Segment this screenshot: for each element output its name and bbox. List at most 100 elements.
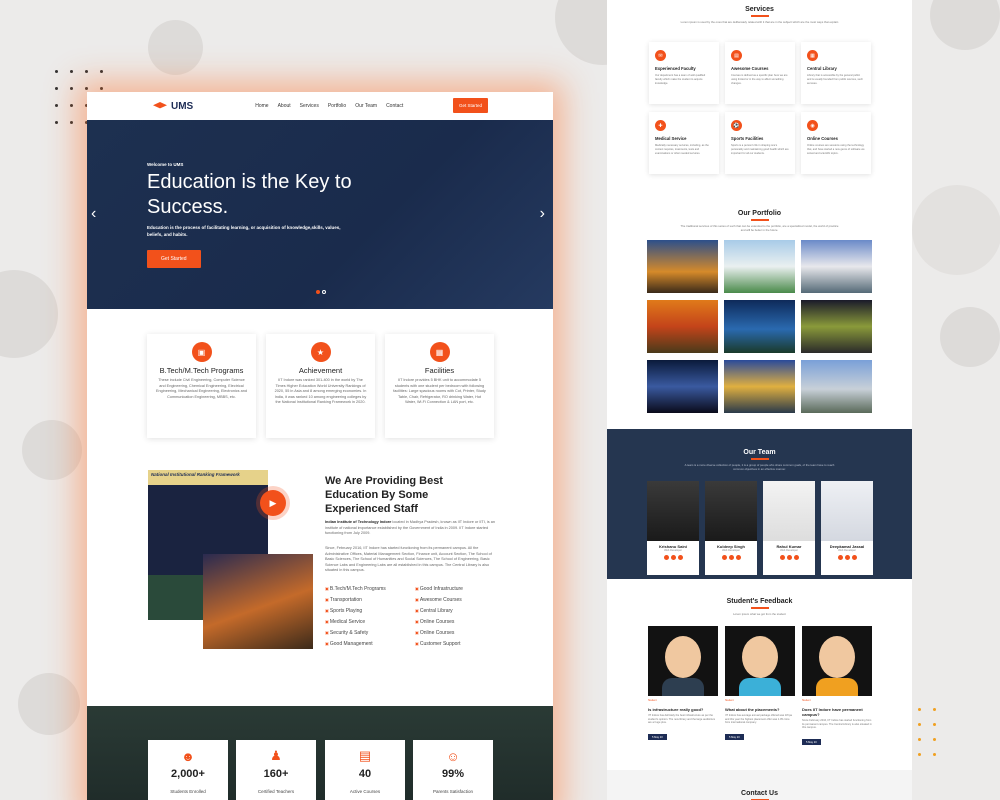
chevron-left-icon[interactable]: ‹	[91, 205, 96, 223]
avatar	[821, 481, 873, 541]
portfolio-image[interactable]	[647, 240, 718, 293]
social-links	[705, 555, 757, 560]
slider-dot-active[interactable]	[316, 290, 320, 294]
graduation-cap-icon	[153, 102, 167, 109]
stat-value: 99%	[441, 768, 465, 780]
nav-get-started-button[interactable]: Get Started	[452, 98, 488, 113]
team-member-card: Kuldeep Singh Web Developer	[705, 481, 757, 575]
bg-circle	[18, 673, 80, 735]
service-text: Courses is defined as a specific plan he…	[731, 74, 788, 85]
instagram-icon[interactable]	[735, 555, 741, 560]
nav-item-portfolio[interactable]: Portfolio	[328, 103, 346, 109]
portfolio-image[interactable]	[647, 360, 718, 413]
nav-item-services[interactable]: Services	[300, 103, 319, 109]
facebook-icon[interactable]	[779, 555, 785, 560]
portfolio-image[interactable]	[801, 240, 872, 293]
feedback-date: 5 May 20	[802, 739, 821, 746]
nav-item-about[interactable]: About	[278, 103, 291, 109]
dot-pattern	[918, 708, 936, 756]
feedback-question: Is infrastructure really good?	[648, 707, 704, 712]
feedback-card: Student Is infrastructure really good? I…	[648, 626, 718, 743]
card-achievement: ★ Achievement IIT Indore was ranked 301-…	[266, 334, 375, 438]
service-card: ⚽ Sports Facilities Sports is a person's l…	[725, 112, 795, 174]
feature-item: Central Library	[415, 608, 505, 614]
online-icon: ◉	[807, 120, 818, 131]
social-links	[763, 555, 815, 560]
twitter-icon[interactable]	[728, 555, 734, 560]
portfolio-image[interactable]	[801, 300, 872, 353]
stat-label: Students Enrolled	[170, 789, 206, 794]
instagram-icon[interactable]	[851, 555, 857, 560]
twitter-icon[interactable]	[786, 555, 792, 560]
service-card: ◉ Online Courses Online courses are sessio…	[801, 112, 871, 174]
member-role: Web Developer	[664, 549, 682, 552]
stat-label: Parents Satisfaction	[432, 789, 474, 794]
portfolio-image[interactable]	[647, 300, 718, 353]
student-avatar	[725, 626, 795, 696]
nav-menu: Home About Services Portfolio Our Team C…	[255, 103, 403, 109]
hero-slider: Welcome to UMS Education is the Key to S…	[87, 120, 553, 309]
service-card: ▦ Central Library Library that is accessib…	[801, 42, 871, 104]
feature-item: Medical Service	[325, 619, 415, 625]
service-title: Experienced Faculty	[655, 66, 696, 71]
instagram-icon[interactable]	[677, 555, 683, 560]
instagram-icon[interactable]	[793, 555, 799, 560]
stat-value: 2,000+	[171, 768, 205, 780]
stat-value: 40	[358, 768, 372, 780]
portfolio-image[interactable]	[724, 300, 795, 353]
feature-list: B.Tech/M.Tech Programs Good Infrastructu…	[325, 586, 505, 647]
contact-title: Contact Us	[607, 790, 912, 800]
feature-item: Customer Support	[415, 641, 505, 647]
twitter-icon[interactable]	[844, 555, 850, 560]
chevron-right-icon[interactable]: ›	[540, 205, 545, 223]
bg-circle	[22, 420, 82, 480]
avatar	[763, 481, 815, 541]
brand-logo[interactable]: UMS	[153, 101, 193, 112]
card-title: Facilities	[424, 366, 455, 375]
facebook-icon[interactable]	[721, 555, 727, 560]
services-title: Services	[607, 6, 912, 17]
service-title: Online Courses	[807, 136, 838, 141]
nav-item-contact[interactable]: Contact	[386, 103, 403, 109]
twitter-icon[interactable]	[670, 555, 676, 560]
feedback-text: IIT Indore has definitely the best infra…	[648, 714, 716, 725]
play-video-button[interactable]: ▶	[260, 490, 286, 516]
service-text: Our department has a team of well qualif…	[655, 74, 706, 85]
hero-welcome: Welcome to UMS	[147, 162, 184, 167]
facebook-icon[interactable]	[837, 555, 843, 560]
member-role: Web Developer	[722, 549, 740, 552]
slider-dot[interactable]	[322, 290, 326, 294]
bg-circle	[0, 270, 58, 358]
facebook-icon[interactable]	[663, 555, 669, 560]
nav-item-team[interactable]: Our Team	[355, 103, 377, 109]
social-links	[647, 555, 699, 560]
team-member-card: Krishanu Saini Web Developer	[647, 481, 699, 575]
card-text: IIT Indore was ranked 301-400 in the wor…	[274, 378, 367, 404]
avatar	[705, 481, 757, 541]
about-institute-name: Indian Institute of Technology Indore	[325, 520, 392, 524]
feedback-meta: Student	[802, 699, 811, 702]
stat-satisfaction: ☺ 99% Parents Satisfaction	[413, 740, 493, 800]
about-photo-sunset	[203, 554, 313, 649]
team-section: Our Team A team is a more diverse collec…	[607, 429, 912, 579]
feature-item: Good Management	[325, 641, 415, 647]
teacher-icon: ♟	[270, 748, 282, 763]
users-icon: ☻	[181, 748, 195, 764]
portfolio-image[interactable]	[724, 360, 795, 413]
nav-item-home[interactable]: Home	[255, 103, 268, 109]
service-title: Sports Facilities	[731, 136, 764, 141]
portfolio-header: Our Portfolio The traditional services o…	[607, 210, 912, 232]
stat-value: 160+	[263, 768, 289, 780]
contact-section: Contact Us	[607, 770, 912, 800]
feedback-meta: Student	[725, 699, 734, 702]
portfolio-image[interactable]	[724, 240, 795, 293]
portfolio-image[interactable]	[801, 360, 872, 413]
service-text: Medically necessary services, including,…	[655, 144, 709, 155]
feedback-date: 5 May 20	[648, 734, 667, 741]
hero-get-started-button[interactable]: Get Started	[147, 250, 201, 268]
service-card: ▤ Awesome Courses Courses is defined as a …	[725, 42, 795, 104]
feature-item: Sports Playing	[325, 608, 415, 614]
stats-section: ☻ 2,000+ Students Enrolled ♟ 160+ Certified …	[87, 706, 553, 800]
feature-item: B.Tech/M.Tech Programs	[325, 586, 415, 592]
feedback-meta: Student	[648, 699, 657, 702]
